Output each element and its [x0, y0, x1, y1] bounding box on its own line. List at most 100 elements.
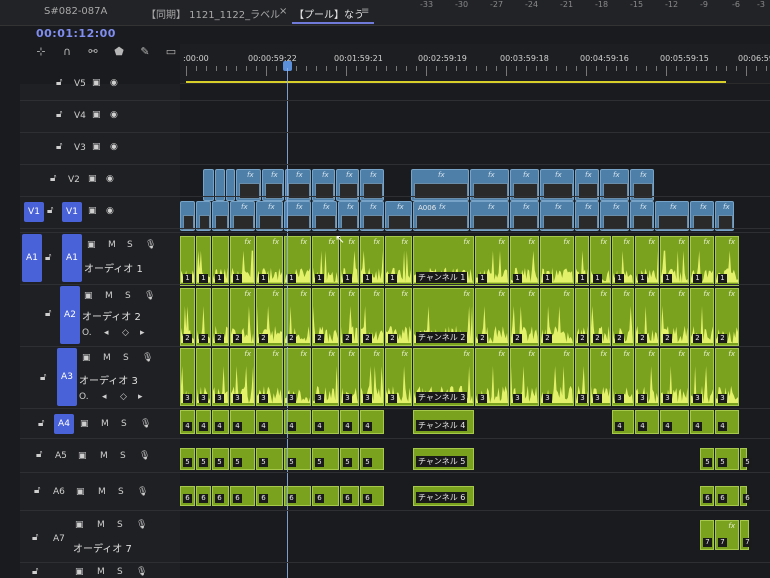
audio-clip[interactable]: 2 fx [284, 288, 311, 346]
audio-clip[interactable]: 6 [230, 486, 255, 506]
audio-clip[interactable]: 1 fx [360, 236, 384, 286]
solo-button[interactable]: S [123, 353, 129, 363]
video-clip[interactable]: fx [470, 201, 509, 231]
tab-seq-b[interactable]: 【同期】 1121_1122_ラベル [146, 6, 280, 21]
audio-clip[interactable]: 1 fx [715, 236, 739, 286]
audio-clip[interactable]: 6 [340, 486, 359, 506]
audio-clip[interactable]: 1 [180, 236, 195, 286]
audio-clip[interactable]: 6 [312, 486, 339, 506]
audio-clip[interactable]: 2 fx [715, 288, 739, 346]
prev-keyframe-icon[interactable]: ◂ [102, 392, 107, 402]
audio-clip[interactable]: 1 fx [256, 236, 283, 286]
audio-clip[interactable]: 4 [284, 410, 311, 434]
audio-clip[interactable]: 2 fx [312, 288, 339, 346]
audio-clip[interactable]: 6 [715, 486, 739, 506]
track-target-a2[interactable]: A2 [60, 286, 80, 344]
audio-clip[interactable]: 2 fx [385, 288, 412, 346]
audio-clip[interactable]: 1 fx [284, 236, 311, 286]
mute-button[interactable]: M [100, 451, 108, 461]
source-patch-a1[interactable]: A1 [22, 234, 42, 282]
lock-icon[interactable]: 🔓︎ [32, 532, 38, 543]
nest-icon[interactable]: ⊹ [34, 45, 48, 59]
tab-seq-c[interactable]: 【プール】なう [294, 6, 364, 21]
sync-lock-icon[interactable]: ▣ [75, 567, 84, 577]
audio-clip[interactable]: 4 [690, 410, 714, 434]
lock-icon[interactable]: 🔓︎ [56, 141, 62, 152]
audio-clip[interactable]: 3 fx [385, 348, 412, 406]
mute-button[interactable]: M [97, 567, 105, 577]
audio-clip[interactable]: 5 [715, 448, 739, 470]
video-clip[interactable]: fx [600, 201, 629, 231]
mute-button[interactable]: M [97, 520, 105, 530]
solo-button[interactable]: S [127, 240, 133, 250]
audio-clip[interactable]: 4 [196, 410, 211, 434]
track-target-a1[interactable]: A1 [62, 234, 82, 282]
video-clip[interactable]: fx [284, 201, 311, 231]
mic-icon[interactable]: 🎙︎ [145, 240, 156, 250]
video-clip[interactable]: fx [690, 201, 714, 231]
sync-lock-icon[interactable]: ▣ [76, 487, 85, 497]
audio-clip[interactable]: 6 [180, 486, 195, 506]
audio-clip[interactable]: 2 fx [612, 288, 634, 346]
lock-icon[interactable]: 🔓︎ [47, 205, 53, 216]
add-keyframe-icon[interactable]: ◇ [120, 392, 127, 402]
audio-clip[interactable]: 2fxチャンネル 2 [413, 288, 474, 346]
prev-keyframe-icon[interactable]: ◂ [104, 328, 109, 338]
audio-clip[interactable]: 3 [196, 348, 211, 406]
video-clip[interactable]: fx [540, 201, 574, 231]
video-clip[interactable]: fx [338, 201, 359, 231]
audio-clip[interactable]: 2 fx [475, 288, 509, 346]
sync-lock-icon[interactable]: ▣ [84, 291, 93, 301]
video-clip[interactable]: fx A006 [413, 201, 469, 231]
audio-clip[interactable]: 3 fx [590, 348, 611, 406]
video-clip[interactable]: fx [312, 201, 337, 231]
audio-clip[interactable]: 1 [575, 236, 589, 286]
solo-button[interactable]: S [125, 291, 131, 301]
audio-clip[interactable]: 5 [256, 448, 283, 470]
audio-clip[interactable]: 2 fx [230, 288, 255, 346]
audio-clip[interactable]: 3 fx [312, 348, 339, 406]
next-keyframe-icon[interactable]: ▸ [138, 392, 143, 402]
audio-clip[interactable]: 3 fx [660, 348, 689, 406]
lock-icon[interactable]: 🔓︎ [38, 418, 44, 429]
audio-clip[interactable]: 1 [196, 236, 211, 286]
next-keyframe-icon[interactable]: ▸ [140, 328, 145, 338]
audio-clip[interactable]: 5 [196, 448, 211, 470]
sync-lock-icon[interactable]: ▣ [82, 353, 91, 363]
audio-clip[interactable]: 6 [360, 486, 384, 506]
audio-clip[interactable]: 4 [340, 410, 359, 434]
audio-clip[interactable]: 6 [196, 486, 211, 506]
mute-button[interactable]: M [101, 419, 109, 429]
audio-clip[interactable]: 3fxチャンネル 3 [413, 348, 474, 406]
sync-lock-icon[interactable]: ▣ [78, 451, 87, 461]
tab-menu-icon[interactable]: ≡ [361, 6, 369, 17]
time-ruler[interactable]: :00:00 00:00:59:22 00:01:59:21 00:02:59:… [180, 44, 770, 84]
sync-lock-icon[interactable]: ▣ [88, 174, 97, 184]
lock-icon[interactable]: 🔓︎ [56, 77, 62, 88]
volume-knob-icon[interactable]: O. [82, 328, 92, 338]
solo-button[interactable]: S [121, 419, 127, 429]
video-clip[interactable]: fx [715, 201, 734, 231]
video-clip[interactable]: fx [385, 201, 412, 231]
audio-clip[interactable]: 2 [180, 288, 195, 346]
audio-clip[interactable]: 2 fx [635, 288, 659, 346]
video-clip[interactable]: fx [655, 201, 689, 231]
audio-clip[interactable]: 2 fx [360, 288, 384, 346]
solo-button[interactable]: S [118, 487, 124, 497]
mic-icon[interactable]: 🎙︎ [137, 487, 148, 497]
eye-icon[interactable]: ◉ [106, 174, 114, 184]
video-clip[interactable]: fx [360, 201, 384, 231]
audio-clip[interactable]: 3 fx [635, 348, 659, 406]
audio-clip[interactable]: 7 [700, 520, 714, 550]
tab-seq-a[interactable]: S#082-087A [44, 6, 107, 17]
audio-clip[interactable]: 2 fx [540, 288, 574, 346]
audio-clip[interactable]: 4 [312, 410, 339, 434]
audio-clip[interactable]: 4 [256, 410, 283, 434]
linked-selection-icon[interactable]: ⚯ [86, 45, 100, 59]
audio-clip[interactable]: 2 fx [590, 288, 611, 346]
audio-clip[interactable]: 2 fx [340, 288, 359, 346]
audio-clip[interactable]: 6 [212, 486, 229, 506]
audio-clip[interactable]: 2 [575, 288, 589, 346]
audio-clip[interactable]: 1 fx [612, 236, 634, 286]
audio-clip[interactable]: 4 [660, 410, 689, 434]
